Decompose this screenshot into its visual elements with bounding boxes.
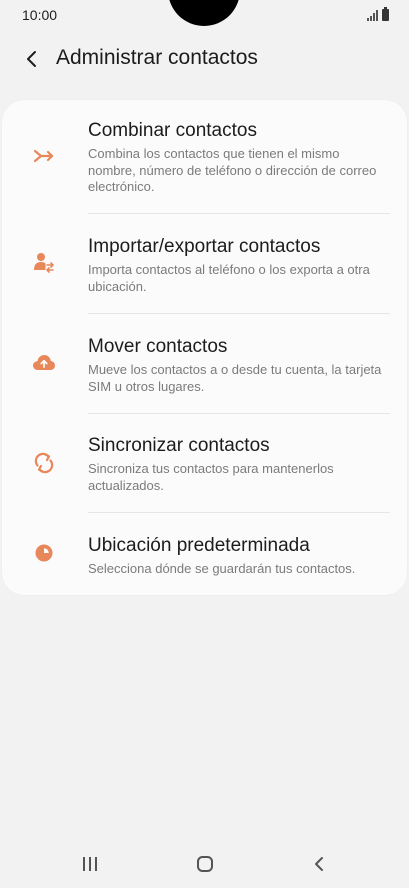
- recents-icon: [83, 857, 97, 871]
- back-nav-button[interactable]: [305, 850, 333, 878]
- camera-notch: [168, 0, 240, 26]
- import-export-icon: [32, 250, 56, 274]
- list-item-sync-contacts[interactable]: Sincronizar contactos Sincroniza tus con…: [2, 414, 407, 512]
- navigation-bar: [0, 838, 409, 888]
- back-icon: [315, 857, 323, 871]
- signal-icon: [367, 9, 378, 21]
- item-title: Ubicación predeterminada: [88, 535, 310, 556]
- item-description: Selecciona dónde se guardarán tus contac…: [88, 561, 356, 576]
- sync-icon: [32, 451, 56, 475]
- list-item-default-location[interactable]: Ubicación predeterminada Selecciona dónd…: [2, 513, 407, 593]
- merge-icon: [32, 144, 56, 168]
- item-title: Mover contactos: [88, 336, 228, 357]
- list-item-merge-contacts[interactable]: Combinar contactos Combina los contactos…: [2, 100, 407, 213]
- item-description: Combina los contactos que tienen el mism…: [88, 146, 377, 194]
- page-title: Administrar contactos: [56, 46, 258, 69]
- item-title: Combinar contactos: [88, 120, 257, 141]
- item-description: Mueve los contactos a o desde tu cuenta,…: [88, 362, 382, 394]
- pie-chart-icon: [32, 541, 56, 565]
- battery-icon: [382, 7, 389, 21]
- item-title: Importar/exportar contactos: [88, 236, 321, 257]
- home-icon: [197, 856, 213, 872]
- item-description: Sincroniza tus contactos para mantenerlo…: [88, 461, 334, 493]
- app-bar: Administrar contactos: [0, 36, 409, 82]
- home-button[interactable]: [191, 850, 219, 878]
- status-bar: 10:00: [0, 0, 409, 32]
- list-item-move-contacts[interactable]: Mover contactos Mueve los contactos a o …: [2, 314, 407, 413]
- cloud-upload-icon: [32, 350, 56, 374]
- item-description: Importa contactos al teléfono o los expo…: [88, 262, 370, 294]
- status-icons: [367, 7, 389, 21]
- list-item-import-export-contacts[interactable]: Importar/exportar contactos Importa cont…: [2, 214, 407, 313]
- chevron-left-icon: [27, 51, 36, 67]
- back-button[interactable]: [18, 45, 46, 73]
- recents-button[interactable]: [76, 850, 104, 878]
- item-title: Sincronizar contactos: [88, 435, 270, 456]
- status-time: 10:00: [22, 7, 58, 23]
- options-card: Combinar contactos Combina los contactos…: [2, 100, 407, 595]
